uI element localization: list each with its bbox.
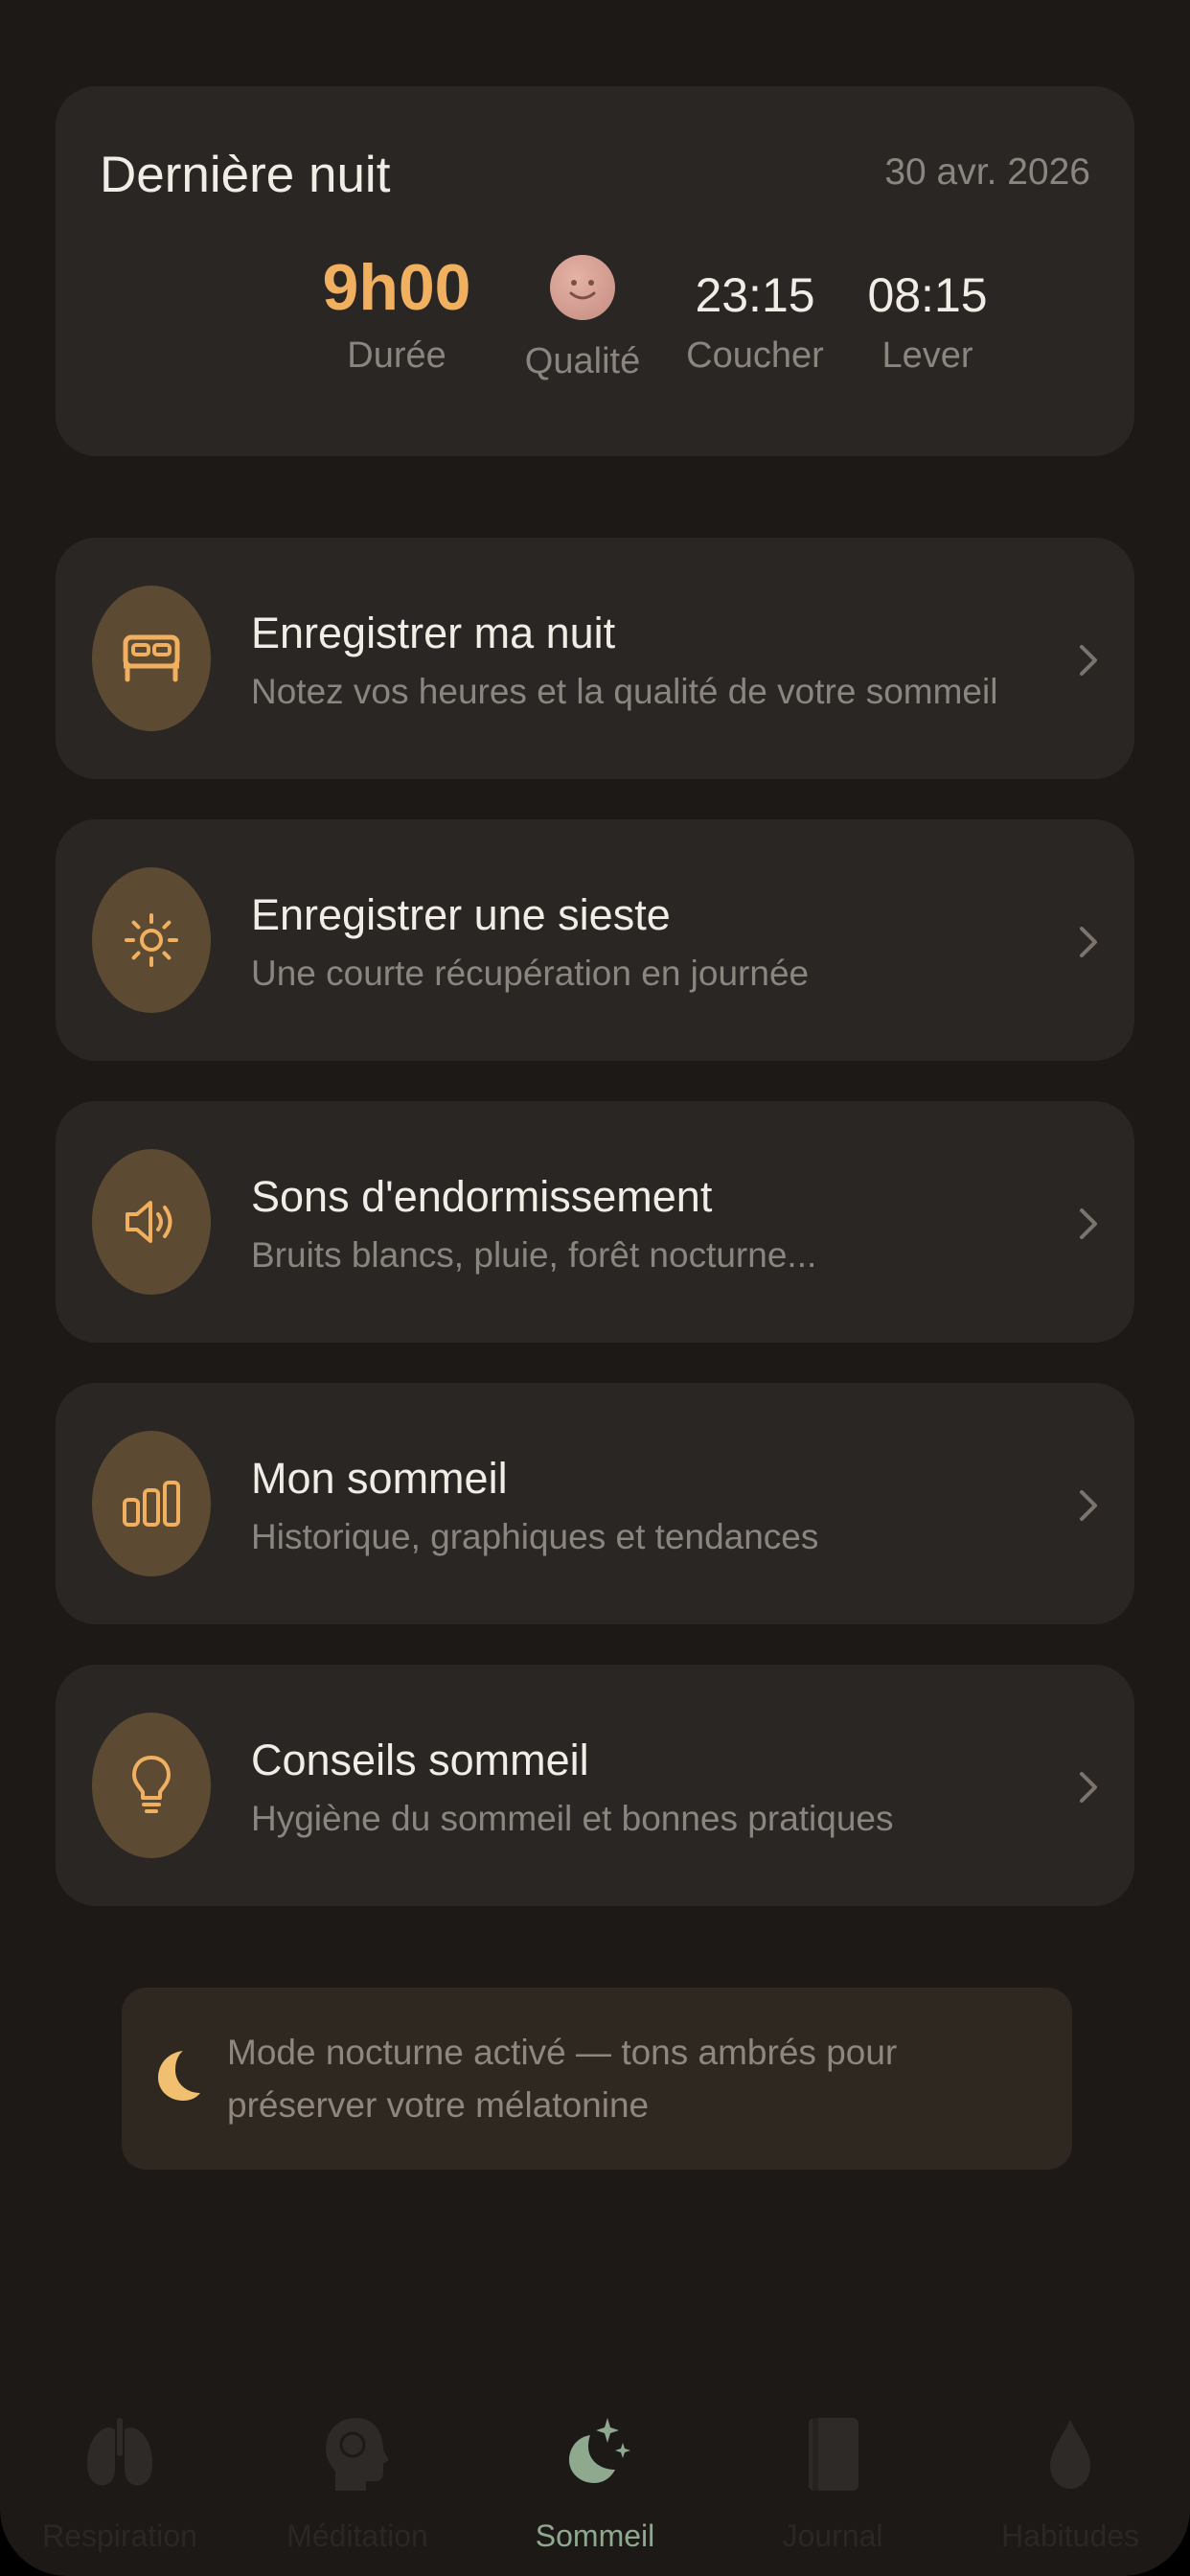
book-icon <box>713 2396 952 2511</box>
tab-bar: Respiration Méditation Sommeil Journal H… <box>0 2396 1190 2576</box>
tab-sommeil[interactable]: Sommeil <box>475 2396 715 2554</box>
menu-item-sleep-tips[interactable]: Conseils sommeil Hygiène du sommeil et b… <box>56 1665 1134 1906</box>
wake-value: 08:15 <box>867 268 988 322</box>
menu-subtitle: Historique, graphiques et tendances <box>251 1517 819 1556</box>
chevron-right-icon <box>1080 1208 1097 1239</box>
night-mode-text: Mode nocturne activé — tons ambrés pour … <box>227 2033 898 2125</box>
menu-subtitle: Bruits blancs, pluie, forêt nocturne... <box>251 1235 817 1275</box>
tab-label: Méditation <box>286 2518 428 2553</box>
bar-chart-icon <box>92 1431 211 1576</box>
menu-item-log-night[interactable]: Enregistrer ma nuit Notez vos heures et … <box>56 538 1134 779</box>
brain-head-icon <box>238 2396 477 2511</box>
lungs-icon <box>0 2396 240 2511</box>
speaker-icon <box>92 1149 211 1295</box>
menu-title: Conseils sommeil <box>251 1736 589 1784</box>
menu-title: Enregistrer une sieste <box>251 890 671 939</box>
last-night-summary-card: Dernière nuit 30 avr. 2026 9h00 Durée Qu… <box>56 86 1134 456</box>
menu-subtitle: Hygiène du sommeil et bonnes pratiques <box>251 1799 894 1838</box>
menu-item-my-sleep[interactable]: Mon sommeil Historique, graphiques et te… <box>56 1383 1134 1624</box>
menu-title: Mon sommeil <box>251 1454 508 1503</box>
tab-label: Journal <box>782 2518 883 2553</box>
sleep-screen: Dernière nuit 30 avr. 2026 9h00 Durée Qu… <box>0 0 1190 2576</box>
tab-meditation[interactable]: Méditation <box>238 2396 477 2554</box>
tab-habitudes[interactable]: Habitudes <box>950 2396 1190 2554</box>
menu-subtitle: Notez vos heures et la qualité de votre … <box>251 672 998 711</box>
moon-stars-icon <box>475 2396 715 2511</box>
wake-label: Lever <box>881 335 973 376</box>
menu-subtitle: Une courte récupération en journée <box>251 954 810 993</box>
chevron-right-icon <box>1080 927 1097 957</box>
tab-respiration[interactable]: Respiration <box>0 2396 240 2554</box>
menu-title: Enregistrer ma nuit <box>251 609 616 657</box>
bed-icon <box>92 586 211 731</box>
tab-label: Habitudes <box>1000 2518 1140 2553</box>
summary-title: Dernière nuit <box>100 147 391 203</box>
moon-icon <box>158 2051 200 2101</box>
tab-label: Respiration <box>42 2518 197 2553</box>
drop-icon <box>950 2396 1190 2511</box>
sun-icon <box>92 867 211 1013</box>
chevron-right-icon <box>1080 1772 1097 1803</box>
tab-journal[interactable]: Journal <box>713 2396 952 2554</box>
tab-label: Sommeil <box>535 2518 655 2553</box>
menu-title: Sons d'endormissement <box>251 1172 713 1221</box>
summary-date: 30 avr. 2026 <box>884 151 1090 193</box>
chevron-right-icon <box>1080 1490 1097 1521</box>
night-mode-banner: Mode nocturne activé — tons ambrés pour … <box>122 1988 1072 2170</box>
smiley-face-icon <box>550 255 615 320</box>
chevron-right-icon <box>1080 645 1097 676</box>
menu-item-sleep-sounds[interactable]: Sons d'endormissement Bruits blancs, plu… <box>56 1101 1134 1343</box>
lightbulb-icon <box>92 1713 211 1858</box>
menu-item-log-nap[interactable]: Enregistrer une sieste Une courte récupé… <box>56 819 1134 1061</box>
wake-stat: 08:15 Lever <box>822 266 1033 377</box>
